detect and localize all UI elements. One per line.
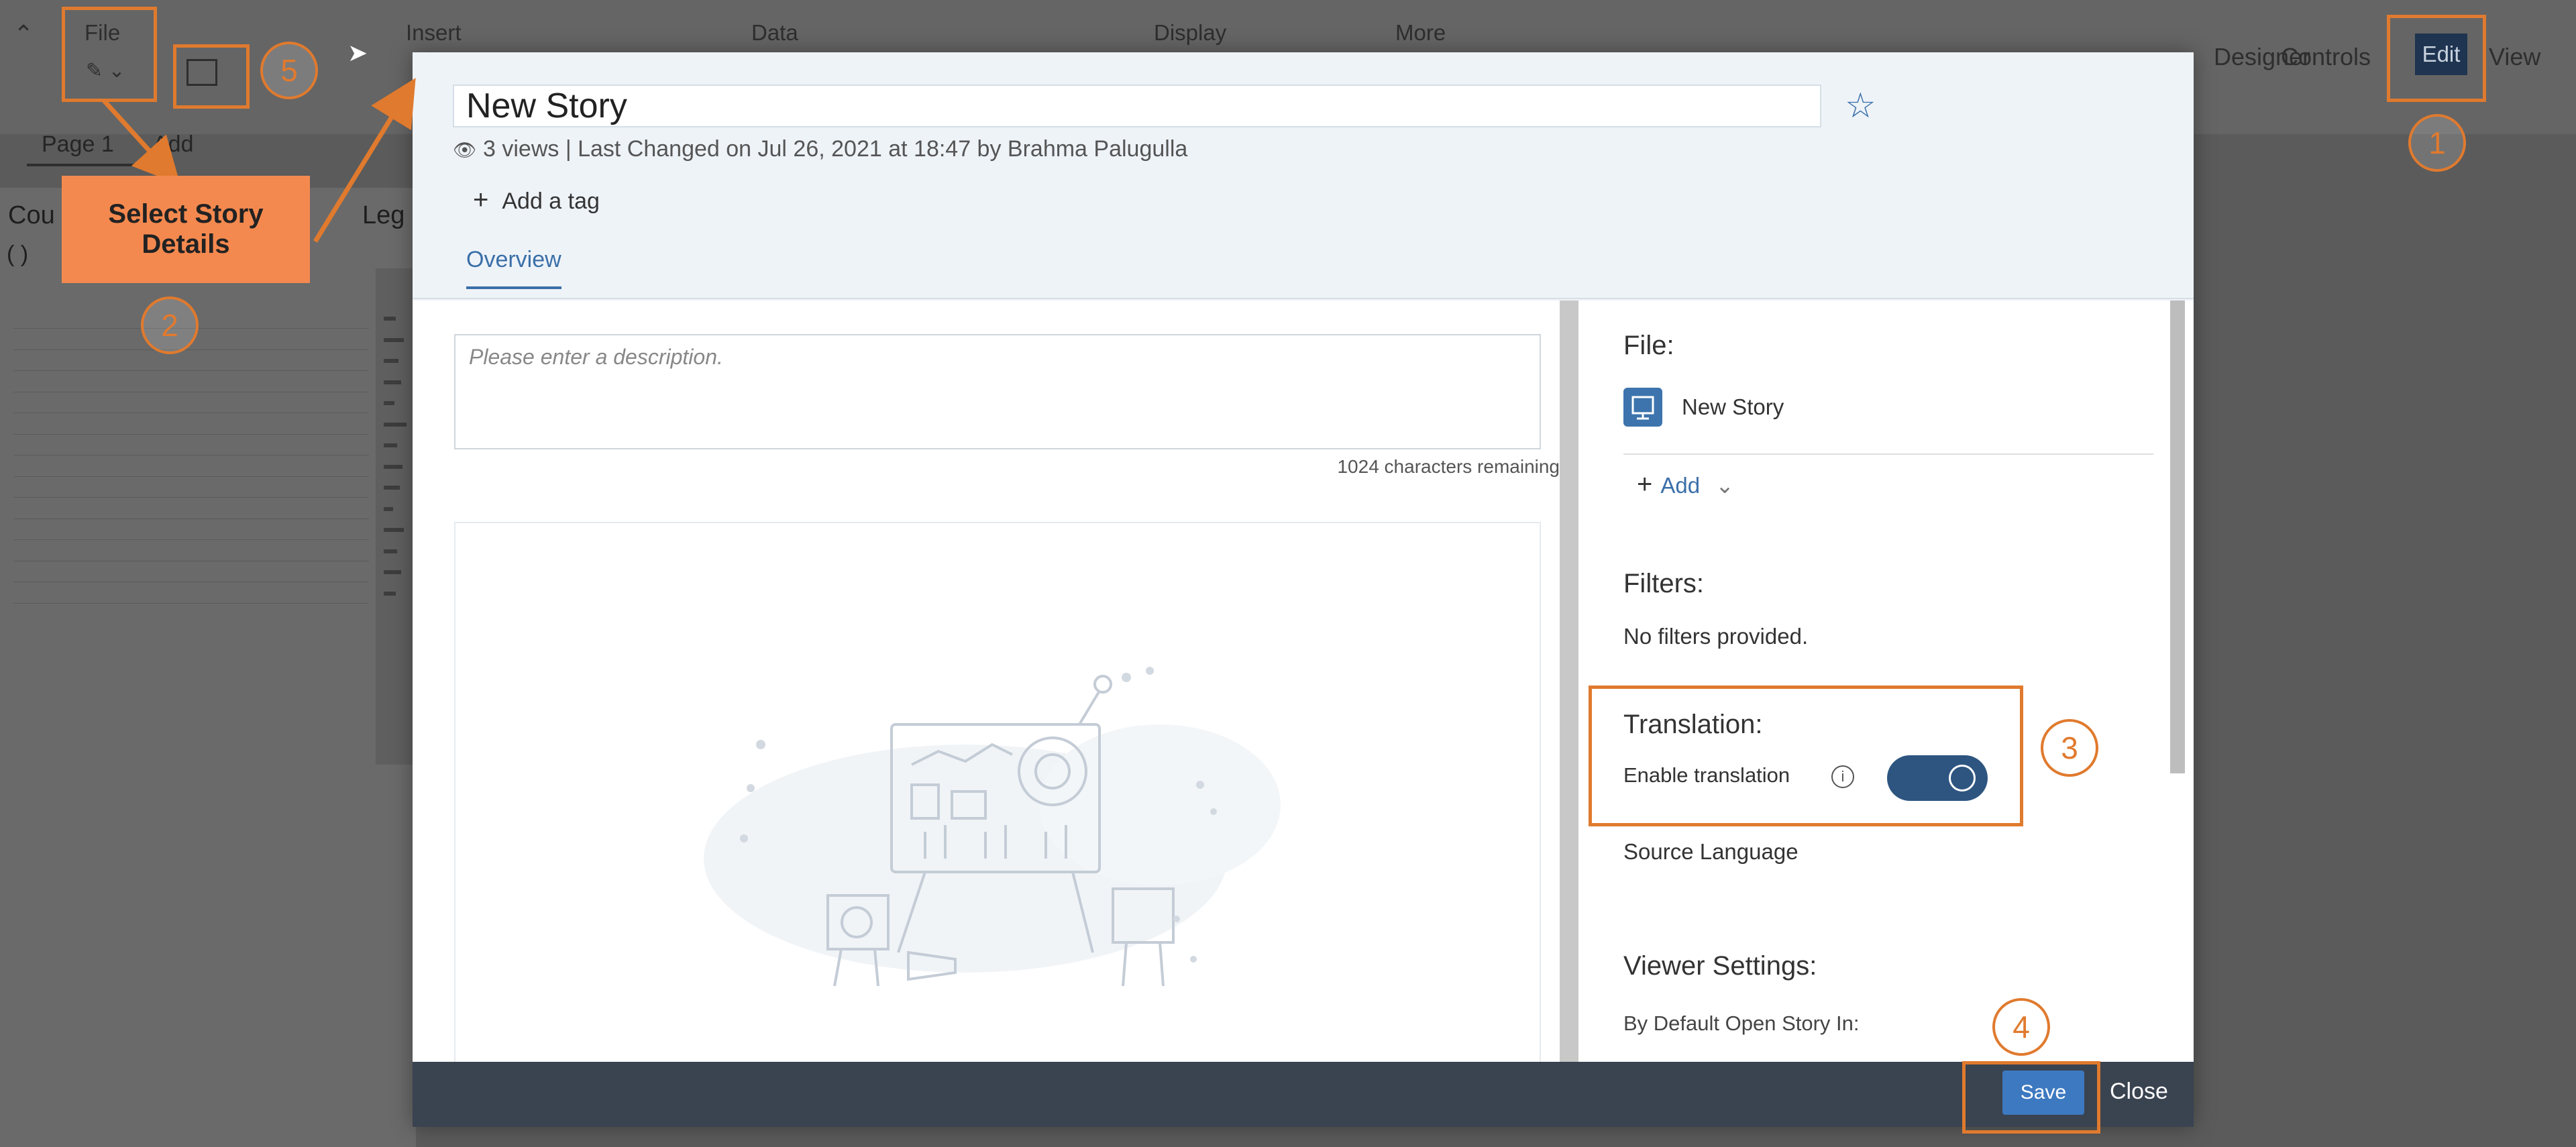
highlight-save-button	[1962, 1061, 2100, 1134]
highlight-layout-icon	[173, 44, 250, 109]
mouse-cursor-icon: ➤	[347, 39, 368, 66]
highlight-file-menu	[62, 7, 157, 102]
highlight-edit-button	[2387, 15, 2486, 102]
select-story-details-callout: Select Story Details	[62, 176, 310, 283]
callout-line-1: Select Story	[108, 199, 264, 229]
step-2-marker: 2	[141, 296, 199, 354]
annotation-arrows	[102, 78, 416, 243]
highlight-translation	[1589, 686, 2023, 826]
step-4-marker: 4	[1992, 998, 2050, 1056]
step-1-marker: 1	[2408, 114, 2466, 172]
callout-line-2: Details	[142, 229, 230, 259]
step-5-marker: 5	[260, 42, 318, 99]
step-3-marker: 3	[2041, 719, 2098, 777]
